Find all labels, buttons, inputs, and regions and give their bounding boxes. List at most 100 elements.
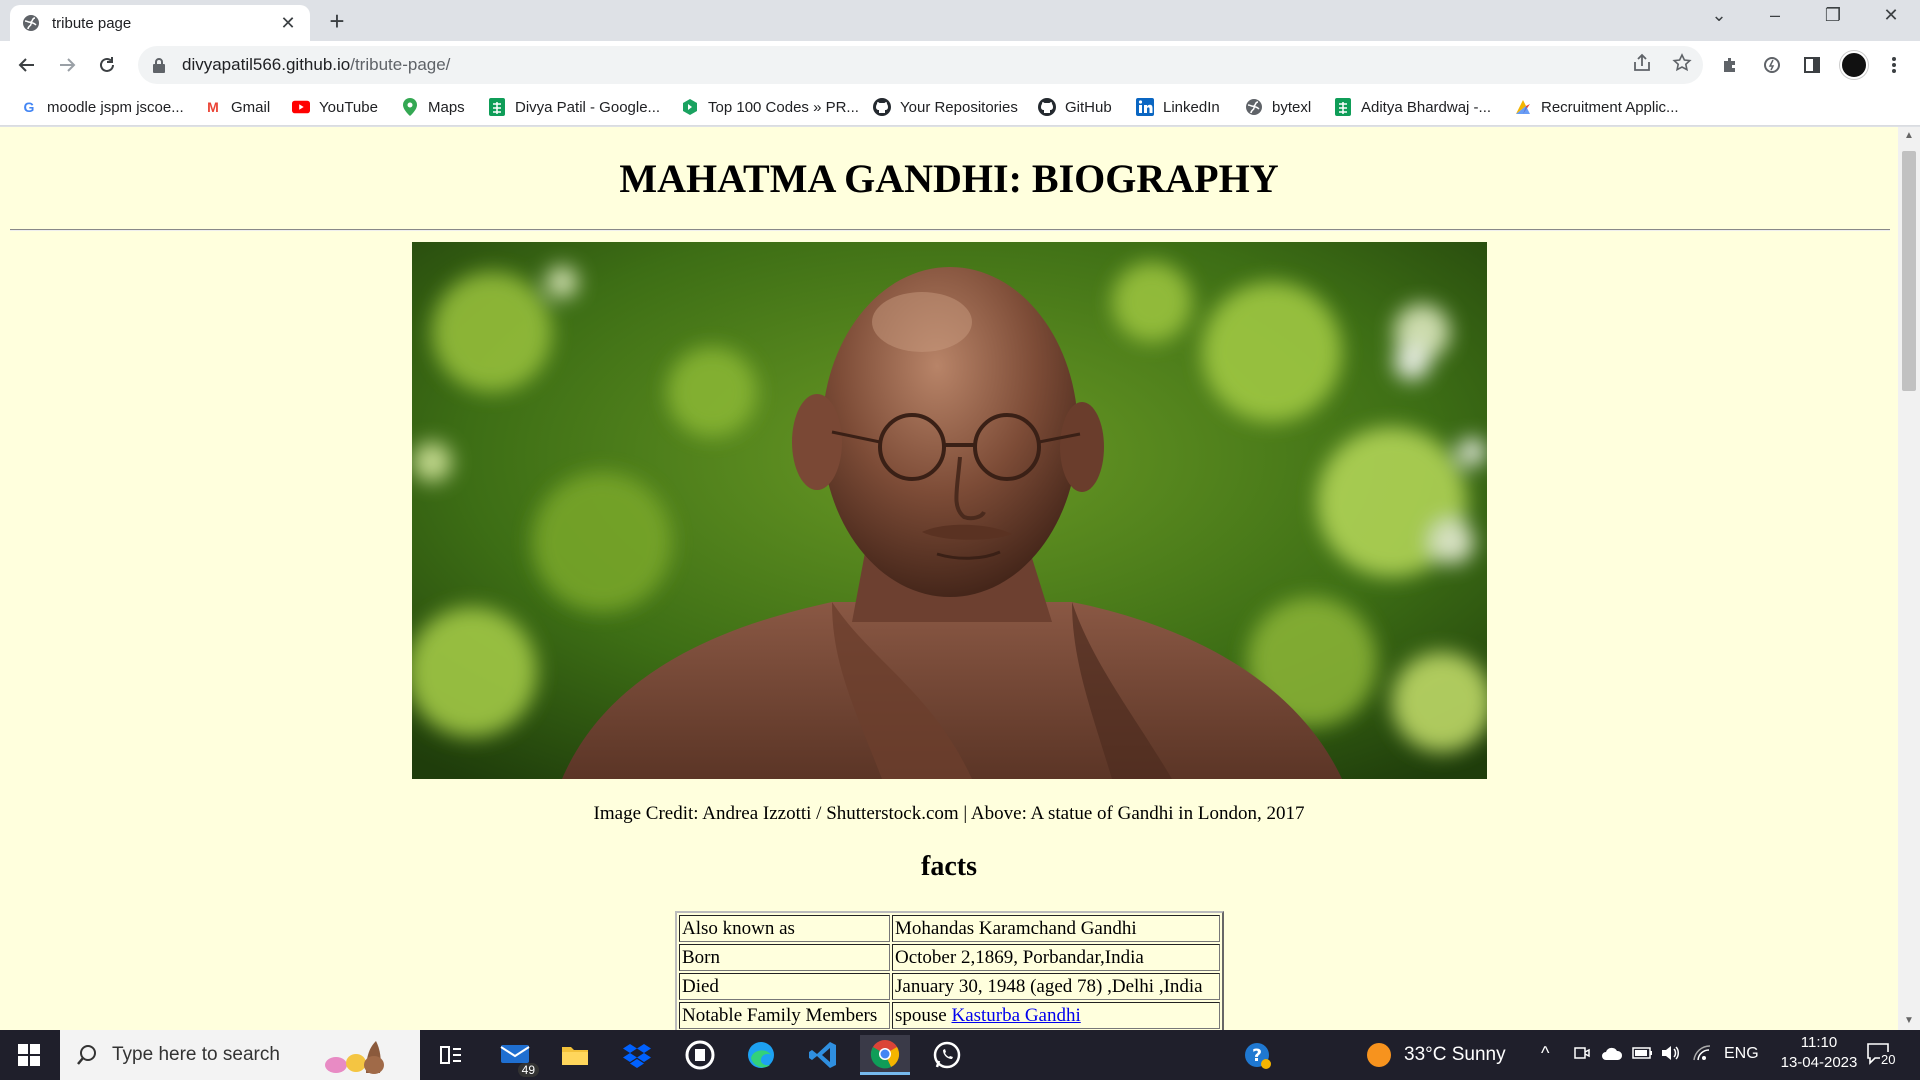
taskbar-search[interactable]: Type here to search: [60, 1030, 420, 1080]
bookmark-divya-patil[interactable]: Divya Patil - Google...: [488, 96, 660, 118]
file-explorer-icon[interactable]: [550, 1035, 600, 1075]
lock-icon[interactable]: [152, 57, 168, 73]
page-scrollbar[interactable]: ▲ ▼: [1898, 127, 1920, 1030]
bookmark-moodle[interactable]: Gmoodle jspm jscoe...: [20, 96, 184, 118]
windows-taskbar: Type here to search 49 ? 33°C Sunny ^ EN…: [0, 1030, 1920, 1080]
battery-icon[interactable]: [1632, 1044, 1654, 1067]
url-host: divyapatil566.github.io: [182, 55, 351, 74]
bookmark-label: Aditya Bhardwaj -...: [1361, 98, 1492, 116]
linkedin-icon: [1136, 98, 1154, 116]
maps-icon: [401, 98, 419, 116]
vscode-icon[interactable]: [798, 1035, 848, 1075]
bookmark-github[interactable]: GitHub: [1038, 96, 1112, 118]
table-row: Born October 2,1869, Porbandar,India: [679, 944, 1220, 971]
clock[interactable]: 11:10 13-04-2023: [1774, 1034, 1864, 1071]
whatsapp-icon[interactable]: [922, 1035, 972, 1075]
dropbox-icon[interactable]: [612, 1035, 662, 1075]
onedrive-icon[interactable]: [1601, 1044, 1623, 1067]
side-panel-icon[interactable]: [1800, 53, 1824, 77]
search-placeholder: Type here to search: [112, 1044, 280, 1065]
scroll-up-arrow-icon[interactable]: ▲: [1898, 127, 1920, 145]
bookmark-label: Your Repositories: [900, 98, 1018, 116]
bookmark-gmail[interactable]: M Gmail: [204, 96, 270, 118]
restore-button[interactable]: ❐: [1810, 5, 1856, 26]
reload-icon: [100, 57, 114, 72]
share-icon[interactable]: [1630, 51, 1654, 75]
scroll-down-arrow-icon[interactable]: ▼: [1898, 1012, 1920, 1030]
task-view-icon[interactable]: [426, 1035, 476, 1075]
show-hidden-icons-chevron-icon[interactable]: ^: [1541, 1043, 1549, 1064]
notification-count: 20: [1880, 1052, 1897, 1067]
page-title: MAHATMA GANDHI: BIOGRAPHY: [619, 156, 1279, 201]
bookmark-label: bytexl: [1272, 98, 1312, 116]
table-row: Also known as Mohandas Karamchand Gandhi: [679, 915, 1220, 942]
bookmark-label: YouTube: [319, 98, 378, 116]
bookmark-label: Top 100 Codes » PR...: [708, 98, 859, 116]
google-icon: G: [23, 99, 35, 115]
close-tab-icon[interactable]: ✕: [278, 13, 298, 34]
facts-table: Also known as Mohandas Karamchand Gandhi…: [675, 911, 1224, 1030]
chrome-icon[interactable]: [860, 1035, 910, 1075]
search-icon: [77, 1045, 96, 1065]
tab-search-icon[interactable]: ⌄: [1696, 5, 1742, 26]
bookmark-maps[interactable]: Maps: [401, 96, 465, 118]
new-tab-button[interactable]: +: [322, 8, 352, 34]
start-button[interactable]: [0, 1030, 58, 1080]
extension-icon[interactable]: [1760, 53, 1784, 77]
browser-toolbar: divyapatil566.github.io/tribute-page/: [0, 41, 1920, 89]
bookmark-bytexl[interactable]: bytexl: [1245, 96, 1311, 118]
image-caption: Image Credit: Andrea Izzotti / Shutterst…: [593, 803, 1305, 824]
close-window-button[interactable]: ✕: [1868, 5, 1914, 26]
mail-badge: 49: [517, 1063, 539, 1077]
edge-browser-icon[interactable]: [736, 1035, 786, 1075]
fact-value: spouse Kasturba Gandhi: [892, 1002, 1220, 1029]
volume-icon[interactable]: [1660, 1044, 1682, 1067]
bookmark-aditya-bhardwaj[interactable]: Aditya Bhardwaj -...: [1334, 96, 1491, 118]
back-arrow-icon: [18, 58, 34, 72]
table-row: Notable Family Members spouse Kasturba G…: [679, 1002, 1220, 1029]
minimize-button[interactable]: –: [1752, 5, 1798, 26]
bookmark-star-icon[interactable]: [1670, 51, 1694, 75]
fact-key: Also known as: [679, 915, 890, 942]
notifications-button[interactable]: 20: [1866, 1042, 1897, 1071]
language-indicator[interactable]: ENG: [1724, 1045, 1759, 1063]
clock-date: 13-04-2023: [1780, 1054, 1858, 1071]
horizontal-rule: [10, 229, 1890, 231]
gandhi-statue-image: [412, 242, 1487, 779]
scroll-thumb[interactable]: [1902, 151, 1916, 391]
profile-avatar[interactable]: [1840, 51, 1868, 79]
reload-button[interactable]: [93, 51, 121, 79]
globe-icon: [22, 14, 40, 32]
office-app-icon[interactable]: [675, 1035, 725, 1075]
meet-now-icon[interactable]: [1573, 1044, 1591, 1067]
fact-value: Mohandas Karamchand Gandhi: [892, 915, 1220, 942]
help-icon[interactable]: ?: [1232, 1035, 1282, 1075]
tribute-page: MAHATMA GANDHI: BIOGRAPHY Image Credit: …: [0, 127, 1898, 1030]
address-bar[interactable]: divyapatil566.github.io/tribute-page/: [138, 46, 1703, 84]
extensions-icon[interactable]: [1718, 53, 1742, 77]
fact-value: October 2,1869, Porbandar,India: [892, 944, 1220, 971]
fact-value: January 30, 1948 (aged 78) ,Delhi ,India: [892, 973, 1220, 1000]
sheets-icon: [1334, 98, 1352, 116]
menu-kebab-icon[interactable]: [1882, 53, 1906, 77]
forward-button[interactable]: [53, 51, 81, 79]
bookmark-youtube[interactable]: YouTube: [292, 96, 378, 118]
back-button[interactable]: [13, 51, 41, 79]
weather-widget[interactable]: 33°C Sunny: [1366, 1035, 1536, 1075]
bookmark-linkedin[interactable]: LinkedIn: [1136, 96, 1220, 118]
bookmark-your-repositories[interactable]: Your Repositories: [873, 96, 1018, 118]
mail-app-icon[interactable]: 49: [491, 1035, 541, 1077]
bookmark-top-100-codes[interactable]: Top 100 Codes » PR...: [681, 96, 859, 118]
bookmark-label: Maps: [428, 98, 465, 116]
table-row: Died January 30, 1948 (aged 78) ,Delhi ,…: [679, 973, 1220, 1000]
tab-tribute-page[interactable]: tribute page ✕: [10, 5, 310, 41]
recruit-icon: [1514, 98, 1532, 116]
svg-text:?: ?: [1252, 1046, 1262, 1066]
globe-icon: [1245, 98, 1263, 116]
bookmark-recruitment[interactable]: Recruitment Applic...: [1514, 96, 1679, 118]
fact-value-prefix: spouse: [895, 1004, 952, 1026]
wifi-icon[interactable]: [1692, 1044, 1712, 1067]
tab-strip: tribute page ✕ + ⌄ – ❐ ✕: [0, 0, 1920, 41]
bookmark-label: moodle jspm jscoe...: [47, 98, 184, 116]
kasturba-gandhi-link[interactable]: Kasturba Gandhi: [951, 1005, 1080, 1026]
